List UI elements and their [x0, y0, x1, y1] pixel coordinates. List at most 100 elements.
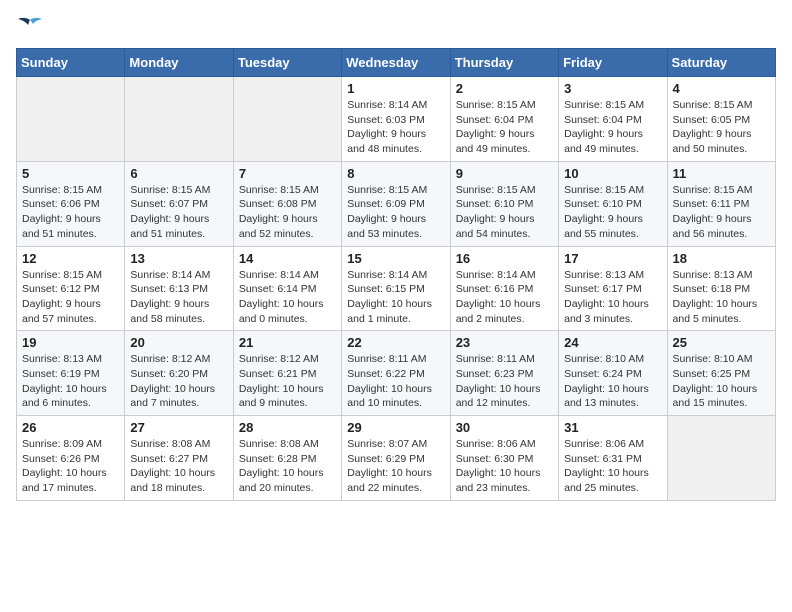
calendar-cell: 6Sunrise: 8:15 AM Sunset: 6:07 PM Daylig… [125, 161, 233, 246]
day-number: 7 [239, 166, 336, 181]
day-info: Sunrise: 8:13 AM Sunset: 6:19 PM Dayligh… [22, 352, 119, 411]
day-header-wednesday: Wednesday [342, 49, 450, 77]
day-header-thursday: Thursday [450, 49, 558, 77]
day-number: 20 [130, 335, 227, 350]
day-number: 18 [673, 251, 770, 266]
day-info: Sunrise: 8:15 AM Sunset: 6:12 PM Dayligh… [22, 268, 119, 327]
calendar-cell: 29 Sunrise: 8:07 AM Sunset: 6:29 PM Dayli… [342, 416, 450, 501]
day-number: 2 [456, 81, 553, 96]
day-number: 13 [130, 251, 227, 266]
day-number: 21 [239, 335, 336, 350]
day-number: 29 [347, 420, 444, 435]
day-header-friday: Friday [559, 49, 667, 77]
day-info: Sunrise: 8:15 AM Sunset: 6:10 PM Dayligh… [564, 183, 661, 242]
day-info: Sunrise: 8:12 AM Sunset: 6:20 PM Dayligh… [130, 352, 227, 411]
calendar-cell: 14 Sunrise: 8:14 AM Sunset: 6:14 PM Dayli… [233, 246, 341, 331]
calendar-cell: 31 Sunrise: 8:06 AM Sunset: 6:31 PM Dayli… [559, 416, 667, 501]
day-number: 30 [456, 420, 553, 435]
day-info: Sunrise: 8:14 AM Sunset: 6:14 PM Dayligh… [239, 268, 336, 327]
calendar-cell: 22 Sunrise: 8:11 AM Sunset: 6:22 PM Dayli… [342, 331, 450, 416]
header [16, 16, 776, 38]
calendar-header-row: SundayMondayTuesdayWednesdayThursdayFrid… [17, 49, 776, 77]
calendar-table: SundayMondayTuesdayWednesdayThursdayFrid… [16, 48, 776, 501]
calendar-cell: 30 Sunrise: 8:06 AM Sunset: 6:30 PM Dayli… [450, 416, 558, 501]
calendar-cell: 11Sunrise: 8:15 AM Sunset: 6:11 PM Dayli… [667, 161, 775, 246]
calendar-cell: 26 Sunrise: 8:09 AM Sunset: 6:26 PM Dayli… [17, 416, 125, 501]
day-number: 19 [22, 335, 119, 350]
day-header-saturday: Saturday [667, 49, 775, 77]
day-number: 26 [22, 420, 119, 435]
day-number: 22 [347, 335, 444, 350]
day-number: 9 [456, 166, 553, 181]
calendar-week-3: 12 Sunrise: 8:15 AM Sunset: 6:12 PM Dayli… [17, 246, 776, 331]
day-number: 31 [564, 420, 661, 435]
day-number: 8 [347, 166, 444, 181]
calendar-cell: 25Sunrise: 8:10 AM Sunset: 6:25 PM Dayli… [667, 331, 775, 416]
day-info: Sunrise: 8:15 AM Sunset: 6:05 PM Dayligh… [673, 98, 770, 157]
day-info: Sunrise: 8:11 AM Sunset: 6:22 PM Dayligh… [347, 352, 444, 411]
calendar-cell: 10Sunrise: 8:15 AM Sunset: 6:10 PM Dayli… [559, 161, 667, 246]
calendar-cell: 27 Sunrise: 8:08 AM Sunset: 6:27 PM Dayli… [125, 416, 233, 501]
calendar-cell: 13Sunrise: 8:14 AM Sunset: 6:13 PM Dayli… [125, 246, 233, 331]
calendar-cell: 9 Sunrise: 8:15 AM Sunset: 6:10 PM Daylig… [450, 161, 558, 246]
calendar-cell: 17 Sunrise: 8:13 AM Sunset: 6:17 PM Dayli… [559, 246, 667, 331]
calendar-cell: 23Sunrise: 8:11 AM Sunset: 6:23 PM Dayli… [450, 331, 558, 416]
day-number: 12 [22, 251, 119, 266]
day-header-tuesday: Tuesday [233, 49, 341, 77]
calendar-cell: 7Sunrise: 8:15 AM Sunset: 6:08 PM Daylig… [233, 161, 341, 246]
day-number: 5 [22, 166, 119, 181]
day-info: Sunrise: 8:12 AM Sunset: 6:21 PM Dayligh… [239, 352, 336, 411]
calendar-cell [233, 77, 341, 162]
calendar-week-1: 1 Sunrise: 8:14 AM Sunset: 6:03 PM Daylig… [17, 77, 776, 162]
day-number: 1 [347, 81, 444, 96]
day-number: 14 [239, 251, 336, 266]
calendar-cell [125, 77, 233, 162]
day-info: Sunrise: 8:15 AM Sunset: 6:06 PM Dayligh… [22, 183, 119, 242]
calendar-cell: 12 Sunrise: 8:15 AM Sunset: 6:12 PM Dayli… [17, 246, 125, 331]
calendar-cell: 3 Sunrise: 8:15 AM Sunset: 6:04 PM Daylig… [559, 77, 667, 162]
day-info: Sunrise: 8:08 AM Sunset: 6:27 PM Dayligh… [130, 437, 227, 496]
day-header-monday: Monday [125, 49, 233, 77]
logo [16, 16, 48, 38]
day-info: Sunrise: 8:06 AM Sunset: 6:30 PM Dayligh… [456, 437, 553, 496]
day-info: Sunrise: 8:14 AM Sunset: 6:03 PM Dayligh… [347, 98, 444, 157]
day-info: Sunrise: 8:09 AM Sunset: 6:26 PM Dayligh… [22, 437, 119, 496]
day-info: Sunrise: 8:13 AM Sunset: 6:17 PM Dayligh… [564, 268, 661, 327]
day-info: Sunrise: 8:15 AM Sunset: 6:10 PM Dayligh… [456, 183, 553, 242]
day-info: Sunrise: 8:07 AM Sunset: 6:29 PM Dayligh… [347, 437, 444, 496]
day-info: Sunrise: 8:15 AM Sunset: 6:04 PM Dayligh… [564, 98, 661, 157]
day-info: Sunrise: 8:15 AM Sunset: 6:04 PM Dayligh… [456, 98, 553, 157]
day-info: Sunrise: 8:14 AM Sunset: 6:15 PM Dayligh… [347, 268, 444, 327]
calendar-cell: 19 Sunrise: 8:13 AM Sunset: 6:19 PM Dayli… [17, 331, 125, 416]
day-number: 17 [564, 251, 661, 266]
day-info: Sunrise: 8:10 AM Sunset: 6:25 PM Dayligh… [673, 352, 770, 411]
day-info: Sunrise: 8:15 AM Sunset: 6:09 PM Dayligh… [347, 183, 444, 242]
day-info: Sunrise: 8:06 AM Sunset: 6:31 PM Dayligh… [564, 437, 661, 496]
calendar-cell: 28Sunrise: 8:08 AM Sunset: 6:28 PM Dayli… [233, 416, 341, 501]
calendar-cell [667, 416, 775, 501]
calendar-cell: 2 Sunrise: 8:15 AM Sunset: 6:04 PM Daylig… [450, 77, 558, 162]
day-number: 27 [130, 420, 227, 435]
day-info: Sunrise: 8:10 AM Sunset: 6:24 PM Dayligh… [564, 352, 661, 411]
day-info: Sunrise: 8:15 AM Sunset: 6:11 PM Dayligh… [673, 183, 770, 242]
calendar-cell: 24 Sunrise: 8:10 AM Sunset: 6:24 PM Dayli… [559, 331, 667, 416]
calendar-cell: 18 Sunrise: 8:13 AM Sunset: 6:18 PM Dayli… [667, 246, 775, 331]
calendar-cell [17, 77, 125, 162]
calendar-cell: 16 Sunrise: 8:14 AM Sunset: 6:16 PM Dayli… [450, 246, 558, 331]
calendar-cell: 21 Sunrise: 8:12 AM Sunset: 6:21 PM Dayli… [233, 331, 341, 416]
calendar-week-5: 26 Sunrise: 8:09 AM Sunset: 6:26 PM Dayli… [17, 416, 776, 501]
day-number: 16 [456, 251, 553, 266]
day-info: Sunrise: 8:13 AM Sunset: 6:18 PM Dayligh… [673, 268, 770, 327]
calendar-cell: 20 Sunrise: 8:12 AM Sunset: 6:20 PM Dayli… [125, 331, 233, 416]
calendar-cell: 5 Sunrise: 8:15 AM Sunset: 6:06 PM Daylig… [17, 161, 125, 246]
calendar-cell: 1 Sunrise: 8:14 AM Sunset: 6:03 PM Daylig… [342, 77, 450, 162]
day-number: 4 [673, 81, 770, 96]
calendar-cell: 15Sunrise: 8:14 AM Sunset: 6:15 PM Dayli… [342, 246, 450, 331]
day-number: 24 [564, 335, 661, 350]
calendar-cell: 8 Sunrise: 8:15 AM Sunset: 6:09 PM Daylig… [342, 161, 450, 246]
day-number: 3 [564, 81, 661, 96]
day-info: Sunrise: 8:14 AM Sunset: 6:16 PM Dayligh… [456, 268, 553, 327]
day-info: Sunrise: 8:08 AM Sunset: 6:28 PM Dayligh… [239, 437, 336, 496]
calendar-cell: 4 Sunrise: 8:15 AM Sunset: 6:05 PM Daylig… [667, 77, 775, 162]
day-number: 23 [456, 335, 553, 350]
